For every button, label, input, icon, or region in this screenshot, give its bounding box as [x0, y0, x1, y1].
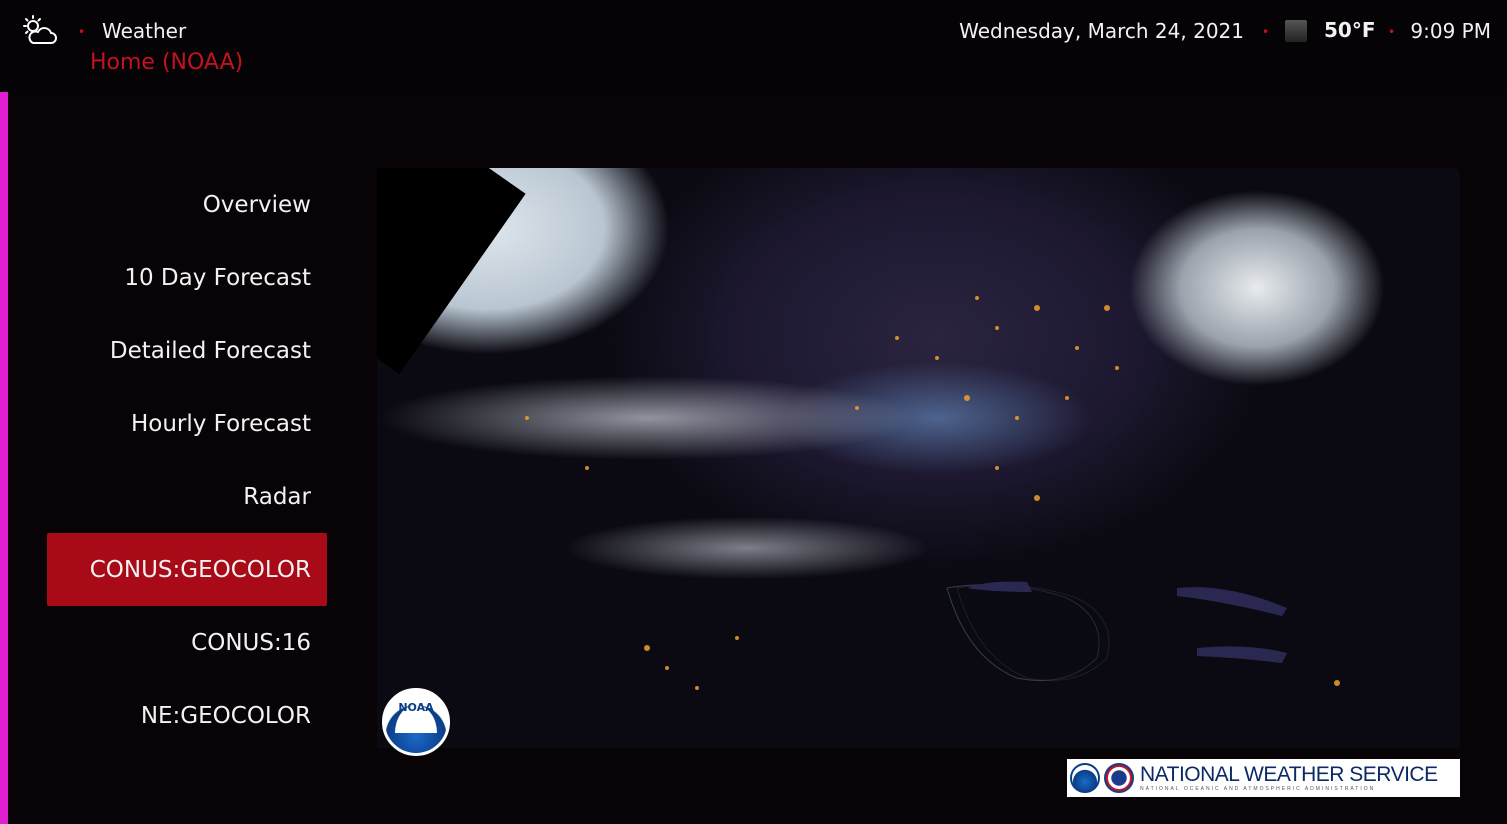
- scrollbar[interactable]: [0, 92, 8, 824]
- date-label: Wednesday, March 24, 2021: [959, 19, 1244, 43]
- satellite-image: [377, 168, 1460, 748]
- nws-title: NATIONAL WEATHER SERVICE: [1140, 763, 1438, 786]
- separator-dot: •: [1388, 25, 1396, 39]
- temperature-label: 50°F: [1324, 18, 1376, 42]
- nws-subtitle: NATIONAL OCEANIC AND ATMOSPHERIC ADMINIS…: [1140, 786, 1376, 792]
- menu-item-label: 10 Day Forecast: [124, 264, 311, 291]
- top-bar: • Weather Home (NOAA) Wednesday, March 2…: [0, 0, 1507, 90]
- menu-item-conus-geocolor[interactable]: CONUS:GEOCOLOR: [47, 533, 327, 606]
- partly-cloudy-night-icon: [23, 15, 57, 44]
- menu-item-label: CONUS:16: [191, 629, 311, 656]
- current-conditions-icon: [1285, 20, 1307, 42]
- noaa-logo-text: NOAA: [398, 701, 434, 714]
- menu-item-label: Radar: [243, 483, 311, 510]
- menu-item-label: Hourly Forecast: [130, 410, 311, 437]
- separator-dot: •: [78, 25, 86, 39]
- menu-item-10-day-forecast[interactable]: 10 Day Forecast: [47, 241, 327, 314]
- menu-item-hourly-forecast[interactable]: Hourly Forecast: [47, 387, 327, 460]
- menu-item-label: Overview: [202, 191, 311, 218]
- noaa-seal-icon: [1070, 763, 1100, 793]
- menu-item-overview[interactable]: Overview: [47, 168, 327, 241]
- city-lights-overlay: [525, 296, 1340, 690]
- noaa-logo: NOAA: [382, 688, 450, 756]
- menu-item-ne-geocolor[interactable]: NE:GEOCOLOR: [47, 679, 327, 752]
- app-title: Weather: [102, 19, 187, 43]
- menu-item-label: CONUS:GEOCOLOR: [89, 556, 311, 583]
- time-label: 9:09 PM: [1410, 19, 1491, 43]
- nws-seal-icon: [1104, 763, 1134, 793]
- menu-item-radar[interactable]: Radar: [47, 460, 327, 533]
- menu-item-detailed-forecast[interactable]: Detailed Forecast: [47, 314, 327, 387]
- nws-banner: NATIONAL WEATHER SERVICE NATIONAL OCEANI…: [1067, 759, 1460, 797]
- menu-item-label: Detailed Forecast: [109, 337, 311, 364]
- menu-item-conus-16[interactable]: CONUS:16: [47, 606, 327, 679]
- sidebar-menu: Overview 10 Day Forecast Detailed Foreca…: [47, 168, 327, 752]
- separator-dot: •: [1262, 25, 1270, 39]
- breadcrumb: Home (NOAA): [90, 50, 244, 75]
- menu-item-label: NE:GEOCOLOR: [140, 702, 311, 729]
